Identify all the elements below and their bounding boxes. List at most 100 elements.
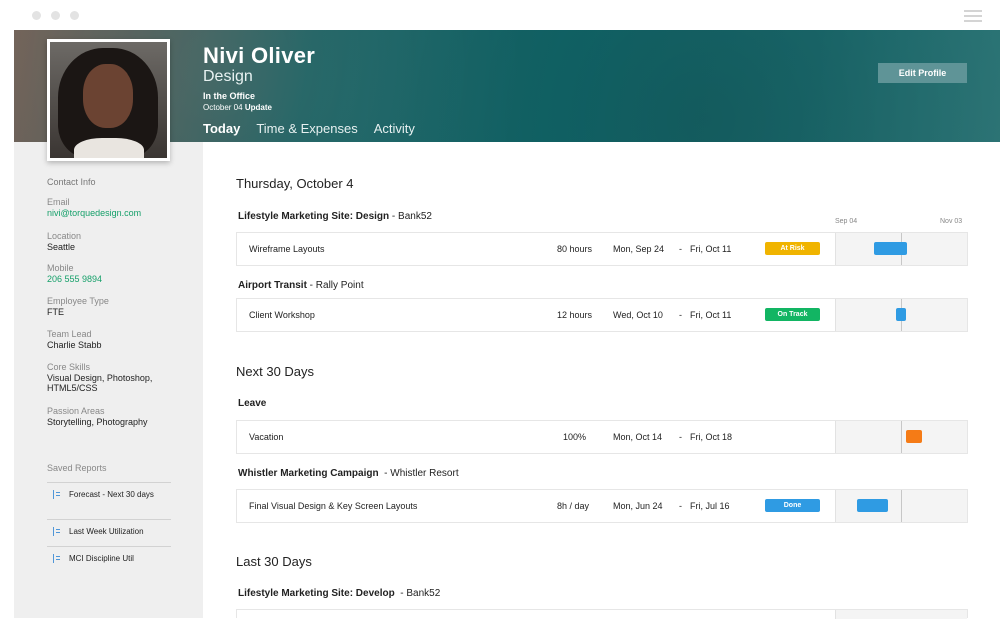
section-title: Thursday, October 4: [236, 176, 354, 191]
report-label: Forecast - Next 30 days: [69, 490, 154, 499]
task-row[interactable]: 100% Vacation Mon, Oct 14 - Fri, Oct 18: [236, 420, 968, 454]
menu-icon[interactable]: [964, 10, 982, 22]
field-employee-type: Employee Type FTE: [47, 296, 109, 317]
divider: [47, 519, 171, 520]
timeline-bar[interactable]: [896, 308, 906, 321]
edit-profile-button[interactable]: Edit Profile: [878, 63, 967, 83]
report-icon: [53, 527, 60, 536]
task-name: Vacation: [249, 432, 284, 442]
saved-report-item[interactable]: Last Week Utilization: [47, 527, 171, 537]
task-end: Fri, Oct 11: [690, 244, 732, 254]
task-name: Client Workshop: [249, 310, 315, 320]
task-end: Fri, Oct 18: [690, 432, 733, 442]
update-date: October 04: [203, 103, 243, 112]
task-amount: 100%: [563, 432, 587, 442]
task-end: Fri, Jul 16: [690, 501, 730, 511]
tab-today[interactable]: Today: [203, 121, 240, 136]
timeline-cell: [835, 421, 967, 453]
timeline-cell: [835, 299, 967, 331]
field-value: Visual Design, Photoshop, HTML5/CSS: [47, 373, 153, 393]
date-separator: -: [679, 501, 682, 511]
task-row[interactable]: [236, 609, 968, 619]
timeline-cell: [835, 610, 967, 619]
saved-report-item[interactable]: MCI Discipline Util: [47, 554, 171, 564]
timeline-bar[interactable]: [857, 499, 888, 512]
field-label: Email: [47, 197, 70, 207]
profile-photo: [47, 39, 170, 161]
task-row[interactable]: Final Visual Design & Key Screen Layouts…: [236, 489, 968, 523]
saved-reports-title: Saved Reports: [47, 463, 107, 473]
main-content: Thursday, October 4 Sep 04 Nov 03 Lifest…: [203, 142, 1000, 619]
profile-status: In the Office: [203, 91, 256, 101]
project-name: Leave: [238, 398, 267, 409]
project-name: Airport Transit: [238, 280, 307, 291]
divider: [47, 546, 171, 547]
field-label: Employee Type: [47, 296, 109, 306]
field-mobile: Mobile 206 555 9894: [47, 263, 102, 284]
profile-header: Nivi Oliver Design In the Office October…: [14, 30, 1000, 161]
profile-role: Design: [203, 68, 253, 85]
field-value: Storytelling, Photography: [47, 417, 148, 427]
timeline-cell: [835, 233, 967, 265]
project-group-title: Leave: [238, 398, 266, 409]
field-location: Location Seattle: [47, 231, 81, 252]
date-separator: -: [679, 310, 682, 320]
status-badge: Done: [765, 499, 820, 512]
client-name: Whistler Resort: [390, 468, 459, 479]
task-start: Wed, Oct 10: [613, 310, 663, 320]
update-label: Update: [244, 103, 272, 112]
project-group-title: Airport Transit - Rally Point: [238, 280, 364, 291]
timeline-bar[interactable]: [874, 242, 907, 255]
task-row[interactable]: Client Workshop 12 hours Wed, Oct 10 - F…: [236, 298, 968, 332]
timeline-start-label: Sep 04: [835, 218, 858, 225]
field-label: Team Lead: [47, 329, 92, 339]
today-marker: [901, 490, 902, 522]
timeline-end-label: Nov 03: [940, 218, 963, 225]
task-start: Mon, Oct 14: [613, 432, 663, 442]
task-name: Wireframe Layouts: [249, 244, 325, 254]
client-name: Bank52: [406, 588, 441, 599]
task-row[interactable]: Wireframe Layouts 80 hours Mon, Sep 24 -…: [236, 232, 968, 266]
project-name: Whistler Marketing Campaign: [238, 468, 379, 479]
field-value: Seattle: [47, 242, 76, 252]
task-end: Fri, Oct 11: [690, 310, 732, 320]
profile-name: Nivi Oliver: [203, 43, 316, 68]
task-amount: 12 hours: [557, 310, 593, 320]
field-team-lead: Team Lead Charlie Stabb: [47, 329, 102, 350]
project-name: Lifestyle Marketing Site: Design: [238, 211, 390, 222]
field-email: Email nivi@torquedesign.com: [47, 197, 141, 218]
status-badge: On Track: [765, 308, 820, 321]
client-name: Rally Point: [315, 280, 364, 291]
task-amount: 80 hours: [557, 244, 593, 254]
field-label: Mobile: [47, 263, 74, 273]
divider: [47, 482, 171, 483]
timeline-bar[interactable]: [906, 430, 922, 443]
report-icon: [53, 490, 60, 499]
field-label: Passion Areas: [47, 406, 105, 416]
section-title: Next 30 Days: [236, 364, 315, 379]
sidebar: Contact Info Email nivi@torquedesign.com…: [14, 142, 203, 618]
field-label: Core Skills: [47, 362, 91, 372]
tab-time-expenses[interactable]: Time & Expenses: [256, 121, 357, 136]
project-name: Lifestyle Marketing Site: Develop: [238, 588, 395, 599]
field-value: Charlie Stabb: [47, 340, 102, 350]
email-link[interactable]: nivi@torquedesign.com: [47, 208, 141, 218]
field-core-skills: Core Skills Visual Design, Photoshop, HT…: [47, 362, 172, 393]
task-start: Mon, Jun 24: [613, 501, 663, 511]
window-maximize-dot[interactable]: [70, 11, 79, 20]
tab-activity[interactable]: Activity: [374, 121, 415, 136]
window-chrome: [0, 0, 1000, 30]
project-group-title: Lifestyle Marketing Site: Develop - Bank…: [238, 588, 441, 599]
saved-report-item[interactable]: Forecast - Next 30 days: [47, 490, 171, 500]
window-minimize-dot[interactable]: [51, 11, 60, 20]
task-name: Final Visual Design & Key Screen Layouts: [249, 501, 418, 511]
profile-update: October 04 Update: [203, 103, 272, 112]
task-start: Mon, Sep 24: [613, 244, 665, 254]
today-marker: [901, 421, 902, 453]
window-close-dot[interactable]: [32, 11, 41, 20]
status-badge: At Risk: [765, 242, 820, 255]
mobile-link[interactable]: 206 555 9894: [47, 274, 102, 284]
date-separator: -: [679, 432, 682, 442]
report-label: Last Week Utilization: [69, 527, 144, 536]
report-label: MCI Discipline Util: [69, 554, 134, 563]
